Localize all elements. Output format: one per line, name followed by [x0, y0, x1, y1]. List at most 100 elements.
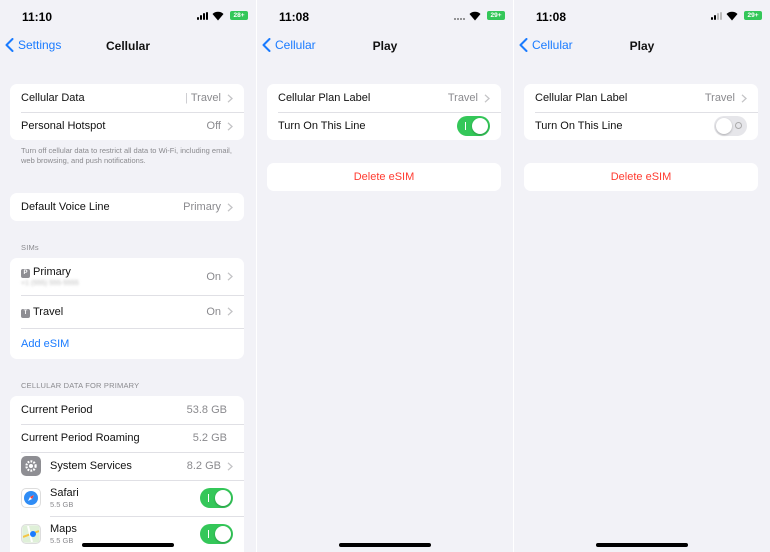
voice-line-group: Default Voice Line Primary	[10, 193, 244, 221]
add-esim-button[interactable]: Add eSIM	[21, 338, 233, 350]
sim-info: P Primary +1 (555) 555-5555	[21, 266, 206, 287]
row-value: Travel	[704, 92, 735, 104]
row-value: On	[206, 305, 221, 318]
page-title: Play	[629, 39, 655, 53]
status-bar: 11:08 29+	[514, 0, 770, 32]
wifi-icon	[212, 11, 224, 21]
row-value: Travel	[190, 92, 221, 104]
sims-group: P Primary +1 (555) 555-5555 On T Travel On…	[10, 258, 244, 359]
row-label: Cellular Plan Label	[278, 92, 371, 104]
personal-hotspot-row[interactable]: Personal Hotspot Off	[10, 112, 244, 140]
home-indicator	[339, 543, 431, 547]
cellular-data-row[interactable]: Cellular Data | Travel	[10, 84, 244, 112]
sims-header: SIMs	[21, 243, 39, 252]
chevron-right-icon	[227, 272, 233, 281]
row-label: Current Period Roaming	[21, 432, 140, 444]
current-period-row: Current Period 53.8 GB	[10, 396, 244, 424]
row-label: System Services	[50, 460, 132, 472]
status-time: 11:10	[22, 10, 53, 24]
cellular-signal-icon	[454, 12, 466, 20]
esim-detail-screen-off: 11:08 29+ Cellular Play Cellular Plan La…	[514, 0, 770, 552]
page-title: Play	[372, 39, 398, 53]
cellular-data-footnote: Turn off cellular data to restrict all d…	[21, 146, 232, 165]
row-value: Primary	[183, 201, 221, 213]
nav-bar: Settings Cellular	[0, 32, 256, 58]
sim-name: Primary	[33, 266, 71, 278]
sim-badge-icon: T	[21, 308, 30, 318]
esim-detail-screen-on: 11:08 29+ Cellular Play Cellular Plan La…	[257, 0, 513, 552]
system-services-row[interactable]: System Services 8.2 GB	[10, 452, 244, 480]
wifi-icon	[726, 11, 738, 21]
home-indicator	[82, 543, 174, 547]
cellular-signal-icon	[711, 12, 723, 20]
safari-icon	[21, 488, 41, 508]
chevron-right-icon	[227, 307, 233, 316]
cellular-signal-icon	[197, 12, 209, 20]
maps-cellular-toggle[interactable]	[200, 524, 233, 544]
row-label: Personal Hotspot	[21, 120, 106, 132]
app-info: Safari 5.5 GB	[50, 487, 200, 509]
nav-bar: Cellular Play	[514, 32, 770, 58]
cellular-plan-label-row[interactable]: Cellular Plan Label Travel	[267, 84, 501, 112]
usage-group: Current Period 53.8 GB Current Period Ro…	[10, 396, 244, 552]
gear-icon	[21, 456, 41, 476]
cellular-plan-label-row[interactable]: Cellular Plan Label Travel	[524, 84, 758, 112]
home-indicator	[596, 543, 688, 547]
row-label: Cellular Data	[21, 92, 85, 104]
row-value: On	[206, 270, 221, 283]
chevron-right-icon	[227, 461, 233, 471]
turn-on-line-row: Turn On This Line	[267, 112, 501, 140]
row-value: 5.2 GB	[192, 432, 227, 444]
row-label: Turn On This Line	[535, 120, 623, 132]
turn-on-line-toggle[interactable]	[714, 116, 747, 136]
battery-icon: 29+	[487, 11, 505, 20]
battery-icon: 29+	[744, 11, 762, 20]
row-label: Turn On This Line	[278, 120, 366, 132]
chevron-right-icon	[227, 121, 233, 131]
safari-row: Safari 5.5 GB	[10, 480, 244, 516]
app-info: Maps 5.5 GB	[50, 523, 200, 545]
chevron-right-icon	[484, 93, 490, 103]
row-label: Cellular Plan Label	[535, 92, 628, 104]
status-time: 11:08	[279, 10, 310, 24]
row-value: 8.2 GB	[186, 460, 221, 472]
chevron-right-icon	[741, 93, 747, 103]
sim-name: Travel	[33, 305, 64, 318]
maps-icon	[21, 524, 41, 544]
value-divider: |	[184, 92, 188, 104]
current-period-roaming-row: Current Period Roaming 5.2 GB	[10, 424, 244, 452]
delete-esim-button[interactable]: Delete eSIM	[267, 163, 501, 191]
turn-on-line-toggle[interactable]	[457, 116, 490, 136]
row-value: Off	[206, 120, 221, 132]
usage-header: CELLULAR DATA FOR PRIMARY	[21, 381, 140, 390]
safari-cellular-toggle[interactable]	[200, 488, 233, 508]
row-value: Travel	[447, 92, 478, 104]
row-label: Default Voice Line	[21, 201, 110, 213]
add-esim-row[interactable]: Add eSIM	[10, 328, 244, 359]
row-label: Current Period	[21, 404, 93, 416]
app-name: Maps	[50, 523, 77, 535]
status-time: 11:08	[536, 10, 567, 24]
battery-icon: 28+	[230, 11, 248, 20]
esim-options-group: Cellular Plan Label Travel Turn On This …	[524, 84, 758, 140]
default-voice-line-row[interactable]: Default Voice Line Primary	[10, 193, 244, 221]
cellular-main-group: Cellular Data | Travel Personal Hotspot …	[10, 84, 244, 140]
sim-travel-row[interactable]: T Travel On	[10, 295, 244, 328]
page-title: Cellular	[105, 39, 150, 53]
delete-esim-button[interactable]: Delete eSIM	[524, 163, 758, 191]
chevron-right-icon	[227, 93, 233, 103]
nav-bar: Cellular Play	[257, 32, 513, 58]
chevron-right-icon	[227, 202, 233, 212]
status-bar: 11:08 29+	[257, 0, 513, 32]
turn-on-line-row: Turn On This Line	[524, 112, 758, 140]
wifi-icon	[469, 11, 481, 21]
cellular-settings-screen: 11:10 28+ Settings Cellular Cellular Dat…	[0, 0, 256, 552]
sim-primary-row[interactable]: P Primary +1 (555) 555-5555 On	[10, 258, 244, 295]
app-data-size: 5.5 GB	[50, 500, 74, 509]
sim-phone-number: +1 (555) 555-5555	[21, 280, 79, 287]
status-bar: 11:10 28+	[0, 0, 256, 32]
row-value: 53.8 GB	[186, 404, 227, 416]
app-name: Safari	[50, 487, 79, 499]
sim-info: T Travel	[21, 306, 206, 318]
esim-options-group: Cellular Plan Label Travel Turn On This …	[267, 84, 501, 140]
